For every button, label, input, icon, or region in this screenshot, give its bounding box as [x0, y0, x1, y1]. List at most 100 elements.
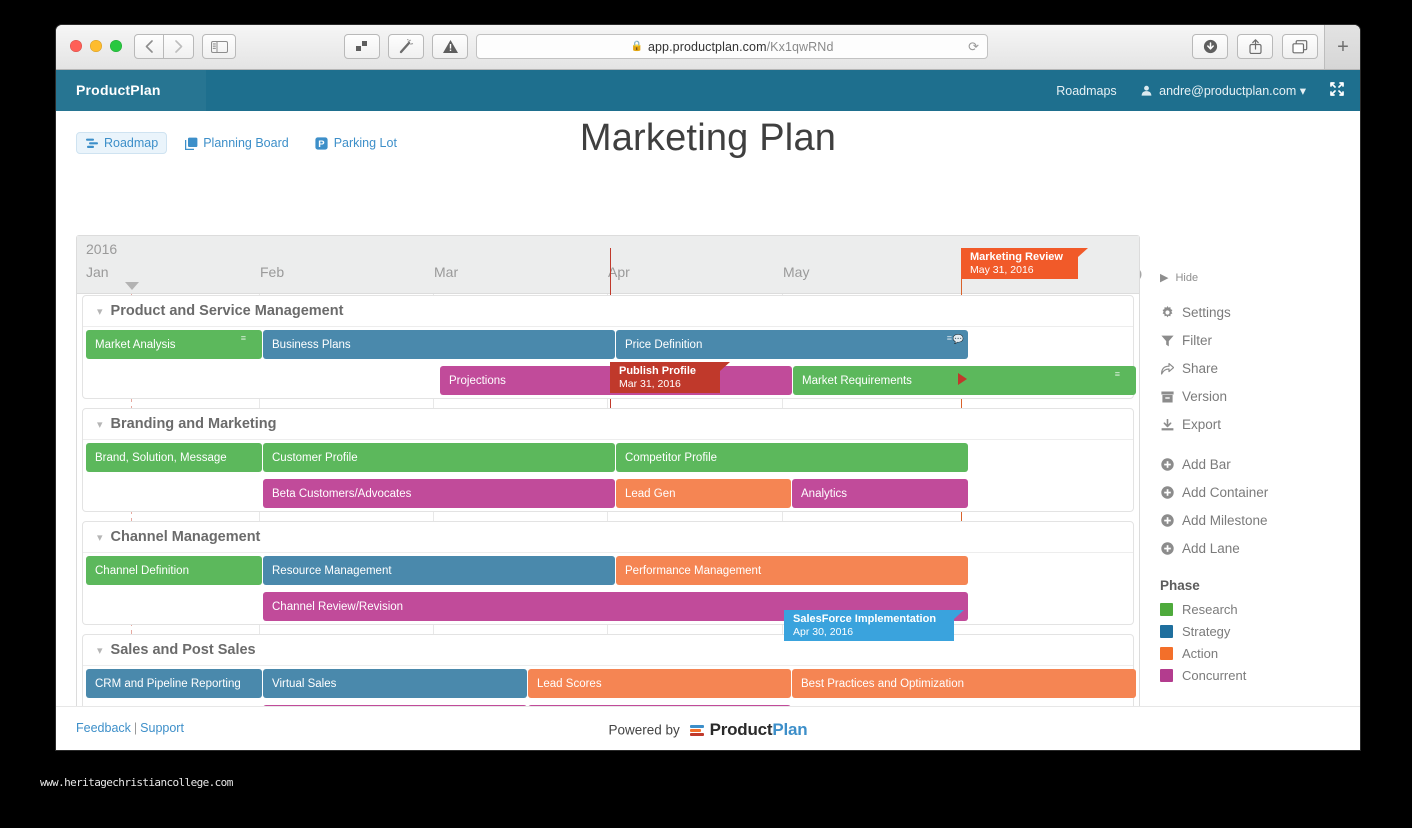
milestone-salesforce-implementation[interactable]: SalesForce Implementation Apr 30, 2016	[784, 610, 954, 641]
warning-icon[interactable]	[432, 34, 468, 59]
bar-channel-definition[interactable]: Channel Definition	[86, 556, 262, 585]
lane-product-and-service-management[interactable]: ▾ Product and Service Management Market …	[82, 295, 1134, 399]
productplan-logo-mark	[690, 723, 705, 738]
timeline-month-may: May	[783, 264, 809, 280]
forward-button[interactable]	[164, 34, 194, 59]
back-button[interactable]	[134, 34, 164, 59]
hide-sidebar-button[interactable]: ▶ Hide	[1160, 271, 1350, 284]
phase-legend-action[interactable]: Action	[1160, 646, 1350, 661]
bar-label: Analytics	[801, 488, 847, 500]
lane-header[interactable]: ▾ Sales and Post Sales	[83, 635, 1133, 666]
timeline-month-mar: Mar	[434, 264, 458, 280]
sidebar-item-add-container[interactable]: Add Container	[1160, 485, 1350, 500]
bar-beta-customers-advocates[interactable]: Beta Customers/Advocates	[263, 479, 615, 508]
phase-legend-research[interactable]: Research	[1160, 602, 1350, 617]
sidebar-item-label: Add Bar	[1182, 457, 1231, 472]
reload-icon[interactable]: ⟳	[968, 39, 979, 55]
drag-handle-icon[interactable]: ≡	[241, 334, 246, 343]
show-tabs-button[interactable]	[1282, 34, 1318, 59]
sidebar-item-label: Add Lane	[1182, 541, 1240, 556]
bar-analytics[interactable]: Analytics	[792, 479, 968, 508]
pixel-blocks-icon[interactable]	[344, 34, 380, 59]
lane-header[interactable]: ▾ Branding and Marketing	[83, 409, 1133, 440]
account-email: andre@productplan.com	[1159, 84, 1296, 98]
address-bar[interactable]: 🔒 app.productplan.com/Kx1qwRNd ⟳	[476, 34, 988, 59]
lane-channel-management[interactable]: ▾ Channel Management Channel Definition …	[82, 521, 1134, 625]
milestone-title: SalesForce Implementation	[793, 613, 945, 626]
share-button[interactable]	[1237, 34, 1273, 59]
bar-label: Beta Customers/Advocates	[272, 488, 411, 500]
account-caret: ▾	[1300, 84, 1306, 98]
phase-legend-strategy[interactable]: Strategy	[1160, 624, 1350, 639]
bar-performance-management[interactable]: Performance Management	[616, 556, 968, 585]
sidebar-item-filter[interactable]: Filter	[1160, 333, 1350, 348]
bar-label: Brand, Solution, Message	[95, 452, 227, 464]
bar-label: Performance Management	[625, 565, 761, 577]
sidebar-item-add-bar[interactable]: Add Bar	[1160, 457, 1350, 472]
sidebar-item-add-milestone[interactable]: Add Milestone	[1160, 513, 1350, 528]
phase-legend-concurrent[interactable]: Concurrent	[1160, 668, 1350, 683]
close-window-button[interactable]	[70, 40, 82, 52]
bar-label: Projections	[449, 375, 506, 387]
bar-brand-solution-message[interactable]: Brand, Solution, Message	[86, 443, 262, 472]
phase-swatch	[1160, 647, 1173, 660]
milestone-publish-profile[interactable]: Publish Profile Mar 31, 2016	[610, 362, 720, 393]
sidebar-item-export[interactable]: Export	[1160, 417, 1350, 432]
comment-icon[interactable]: 💬	[953, 334, 964, 345]
bar-crm-and-pipeline-reporting[interactable]: CRM and Pipeline Reporting	[86, 669, 262, 698]
nav-buttons[interactable]	[134, 34, 194, 59]
minimize-window-button[interactable]	[90, 40, 102, 52]
chevron-down-icon[interactable]: ▾	[97, 644, 103, 657]
downloads-button[interactable]	[1192, 34, 1228, 59]
lane-title: Channel Management	[111, 529, 261, 545]
logo-plan: Plan	[772, 720, 807, 739]
bar-label: Best Practices and Optimization	[801, 678, 964, 690]
gear-icon	[1160, 306, 1174, 319]
browser-toolbar: 🔒 app.productplan.com/Kx1qwRNd ⟳ +	[56, 25, 1360, 70]
maximize-window-button[interactable]	[110, 40, 122, 52]
chevron-down-icon[interactable]: ▾	[97, 531, 103, 544]
drag-handle-icon[interactable]: ≡	[947, 334, 952, 343]
bar-competitor-profile[interactable]: Competitor Profile	[616, 443, 968, 472]
bar-market-analysis[interactable]: Market Analysis ≡	[86, 330, 262, 359]
bar-price-definition[interactable]: Price Definition ≡ 💬	[616, 330, 968, 359]
bar-virtual-sales[interactable]: Virtual Sales	[263, 669, 527, 698]
chevron-down-icon[interactable]: ▾	[97, 305, 103, 318]
sidebar-item-version[interactable]: Version	[1160, 389, 1350, 404]
bar-resource-management[interactable]: Resource Management	[263, 556, 615, 585]
account-menu[interactable]: andre@productplan.com ▾	[1141, 83, 1306, 98]
sidebar-item-settings[interactable]: Settings	[1160, 305, 1350, 320]
drag-handle-icon[interactable]: ≡	[1115, 370, 1120, 379]
sidebar-item-share[interactable]: Share	[1160, 361, 1350, 376]
new-tab-button[interactable]: +	[1324, 25, 1360, 69]
bar-lead-gen[interactable]: Lead Gen	[616, 479, 791, 508]
sidebar-toggle-button[interactable]	[202, 34, 236, 59]
right-sidebar: ▶ Hide Settings Filter	[1160, 271, 1350, 690]
window-controls[interactable]	[70, 40, 122, 52]
bar-best-practices-and-optimization[interactable]: Best Practices and Optimization	[792, 669, 1136, 698]
lane-branding-and-marketing[interactable]: ▾ Branding and Marketing Brand, Solution…	[82, 408, 1134, 512]
lane-header[interactable]: ▾ Product and Service Management	[83, 296, 1133, 327]
milestone-marketing-review[interactable]: Marketing Review May 31, 2016	[961, 248, 1078, 279]
bar-business-plans[interactable]: Business Plans	[263, 330, 615, 359]
page-body: Roadmap Planning Board P Parking Lot Mar…	[56, 111, 1360, 750]
app-brand[interactable]: ProductPlan	[76, 82, 161, 98]
milestone-arrow-icon	[958, 373, 967, 385]
sidebar-item-add-lane[interactable]: Add Lane	[1160, 541, 1350, 556]
roadmap-canvas[interactable]: 2016 Jan Feb Mar Apr May	[76, 235, 1140, 750]
lock-icon: 🔒	[630, 41, 642, 52]
lane-title: Sales and Post Sales	[111, 642, 256, 658]
chevron-down-icon[interactable]: ▾	[97, 418, 103, 431]
milestone-date: Apr 30, 2016	[793, 626, 945, 638]
milestone-title: Publish Profile	[619, 365, 711, 378]
phase-label: Strategy	[1182, 624, 1230, 639]
magic-wand-icon[interactable]	[388, 34, 424, 59]
sidebar-item-label: Settings	[1182, 305, 1231, 320]
bar-customer-profile[interactable]: Customer Profile	[263, 443, 615, 472]
bar-label: Virtual Sales	[272, 678, 336, 690]
fullscreen-icon[interactable]	[1330, 82, 1344, 99]
bar-label: Channel Definition	[95, 565, 189, 577]
lane-header[interactable]: ▾ Channel Management	[83, 522, 1133, 553]
roadmaps-link[interactable]: Roadmaps	[1056, 84, 1116, 98]
bar-lead-scores[interactable]: Lead Scores	[528, 669, 791, 698]
